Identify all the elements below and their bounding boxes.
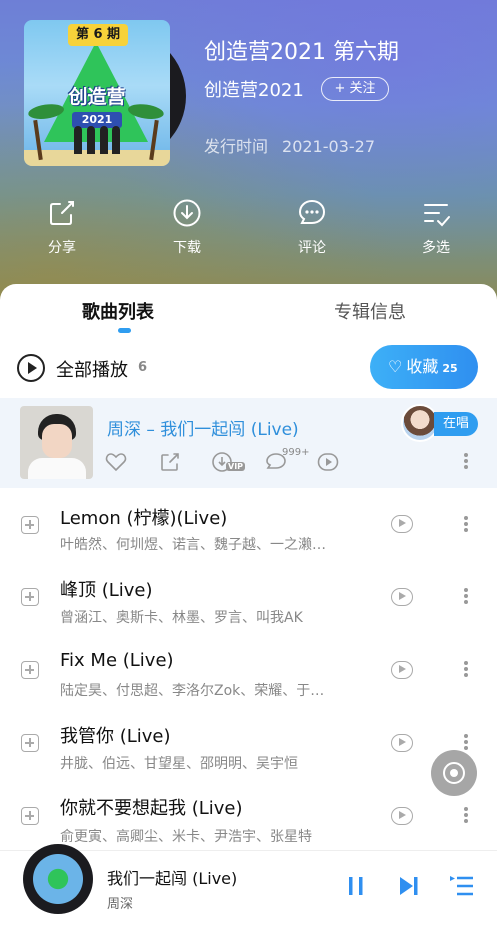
song-title: 你就不要想起我 (Live): [60, 798, 243, 819]
album-cover[interactable]: 第 6 期 创造营 2021: [24, 20, 170, 166]
mv-icon[interactable]: [317, 451, 339, 473]
mv-icon[interactable]: [391, 515, 413, 533]
play-all-label[interactable]: 全部播放: [56, 356, 128, 382]
collect-count: 25: [442, 362, 458, 375]
song-title: 峰顶 (Live): [60, 580, 153, 601]
release-label: 发行时间: [204, 137, 269, 156]
song-row[interactable]: 我管你 (Live) 井胧、伯远、甘望星、邵明明、吴宇恒: [0, 707, 497, 780]
song-title: 我管你 (Live): [60, 726, 171, 747]
add-icon[interactable]: [21, 734, 39, 752]
pause-icon[interactable]: [343, 873, 369, 899]
song-title: Lemon (柠檬)(Live): [60, 508, 228, 529]
follow-button[interactable]: + 关注: [321, 77, 389, 101]
more-icon[interactable]: [463, 732, 469, 754]
mv-icon[interactable]: [391, 661, 413, 679]
floating-assistant-button[interactable]: [431, 750, 477, 796]
song-artists: 叶皓然、何圳煜、诺言、魏子越、一之濑…: [60, 537, 326, 553]
download-label: 下载: [173, 240, 201, 256]
song-row[interactable]: Fix Me (Live) 陆定昊、付思超、李洛尔Zok、荣耀、于…: [0, 634, 497, 707]
add-icon[interactable]: [21, 661, 39, 679]
song-artists: 陆定昊、付思超、李洛尔Zok、荣耀、于…: [60, 683, 325, 699]
release-date: 2021-03-27: [282, 137, 375, 156]
tab-album-info[interactable]: 专辑信息: [334, 298, 406, 324]
share-song-icon[interactable]: [159, 451, 181, 473]
vip-badge: VIP: [226, 462, 246, 471]
collect-button[interactable]: ♡ 收藏 25: [370, 345, 478, 389]
tab-song-list[interactable]: 歌曲列表: [82, 298, 154, 324]
share-icon: [50, 201, 74, 225]
mini-player-artist: 周深: [107, 897, 134, 912]
song-row[interactable]: 峰顶 (Live) 曾涵江、奥斯卡、林墨、罗言、叫我AK: [0, 561, 497, 634]
song-row[interactable]: 你就不要想起我 (Live) 俞更寅、高卿尘、米卡、尹浩宇、张星特: [0, 780, 497, 853]
download-icon: [173, 199, 201, 227]
release-info: 发行时间 2021-03-27: [204, 133, 375, 157]
add-icon[interactable]: [21, 807, 39, 825]
mini-player-title[interactable]: 我们一起闯 (Live): [107, 865, 237, 889]
cover-logo-text: 创造营: [68, 86, 126, 108]
multi-select-label: 多选: [422, 240, 450, 256]
comment-label: 评论: [298, 240, 326, 256]
add-icon[interactable]: [21, 516, 39, 534]
tab-indicator: [118, 328, 131, 333]
share-button[interactable]: 分享: [27, 198, 97, 257]
song-artists: 井胧、伯远、甘望星、邵明明、吴宇恒: [60, 756, 298, 772]
mv-icon[interactable]: [391, 807, 413, 825]
more-icon[interactable]: [463, 451, 469, 473]
collect-label: 收藏: [406, 357, 439, 376]
multi-select-button[interactable]: 多选: [401, 198, 471, 257]
singing-tag[interactable]: 在唱: [434, 412, 478, 436]
download-button[interactable]: 下载: [152, 198, 222, 257]
comment-count: 999+: [282, 447, 310, 458]
more-icon[interactable]: [463, 586, 469, 608]
cover-figures: [74, 124, 120, 154]
more-icon[interactable]: [463, 659, 469, 681]
comment-button[interactable]: 评论: [277, 198, 347, 257]
song-row[interactable]: Lemon (柠檬)(Live) 叶皓然、何圳煜、诺言、魏子越、一之濑…: [0, 488, 497, 561]
album-artist[interactable]: 创造营2021: [204, 76, 304, 102]
play-all-icon[interactable]: [17, 354, 45, 382]
mv-icon[interactable]: [391, 588, 413, 606]
mini-player-cover[interactable]: [23, 844, 93, 914]
more-icon[interactable]: [463, 514, 469, 536]
song-title: Fix Me (Live): [60, 650, 174, 671]
multi-select-icon: [424, 204, 450, 227]
play-all-count: 6: [138, 360, 148, 375]
add-icon[interactable]: [21, 588, 39, 606]
heart-icon: ♡: [388, 357, 403, 376]
playlist-icon[interactable]: [449, 873, 475, 899]
like-icon[interactable]: [105, 451, 127, 473]
now-playing-song-title[interactable]: 周深 – 我们一起闯 (Live): [107, 415, 299, 440]
song-artists: 俞更寅、高卿尘、米卡、尹浩宇、张星特: [60, 829, 312, 845]
more-icon[interactable]: [463, 805, 469, 827]
share-label: 分享: [48, 240, 76, 256]
mv-icon[interactable]: [391, 734, 413, 752]
song-thumbnail[interactable]: [20, 406, 93, 479]
next-icon[interactable]: [396, 873, 422, 899]
album-title: 创造营2021 第六期: [204, 40, 399, 65]
cover-episode-badge: 第 6 期: [68, 24, 128, 46]
comment-icon: [298, 199, 326, 224]
song-artists: 曾涵江、奥斯卡、林墨、罗言、叫我AK: [60, 610, 303, 626]
